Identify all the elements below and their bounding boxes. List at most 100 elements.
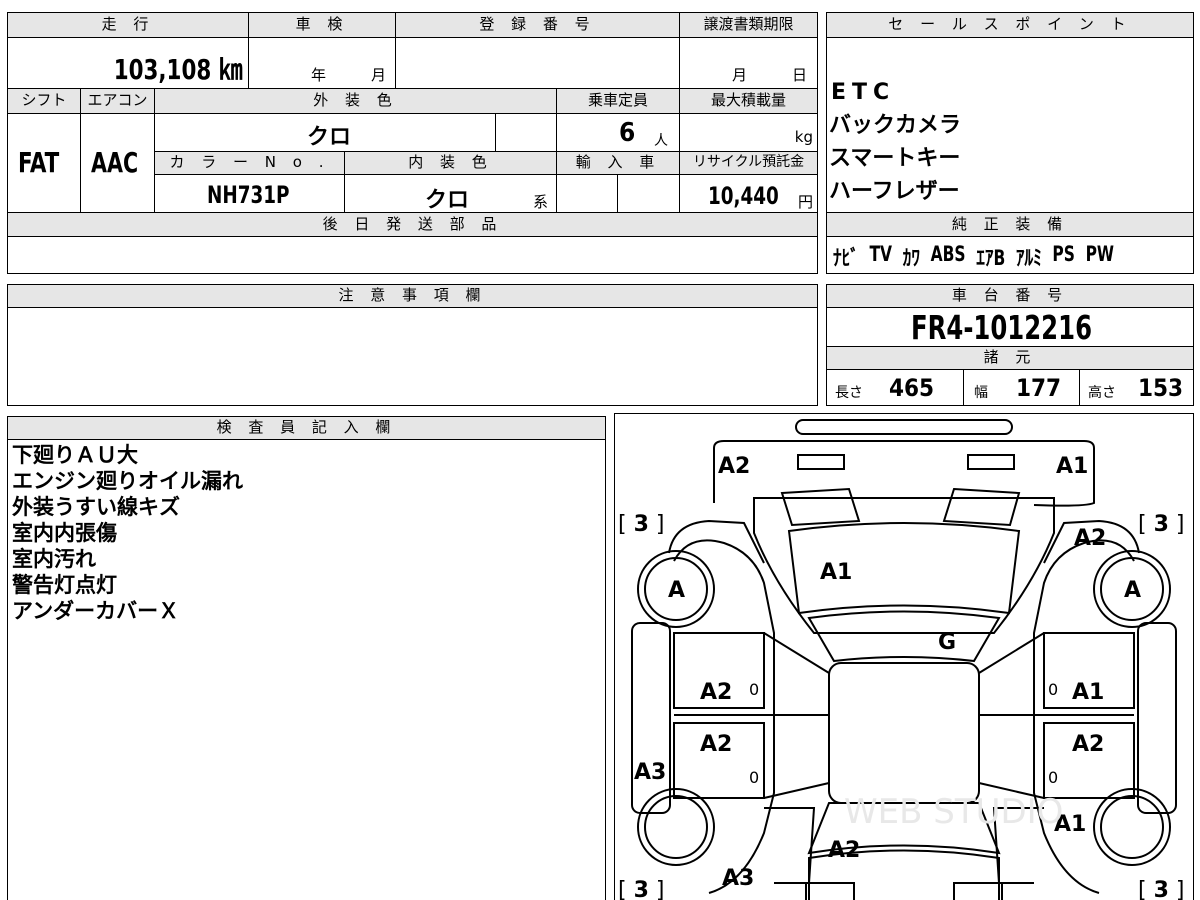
chassis-header: 車 台 番 号 — [826, 284, 1194, 308]
mark-hood: A1 — [820, 560, 852, 585]
genuine-equipment-cell: ﾅﾋﾞ TV ｶﾜ ABS ｴｱB ｱﾙﾐ PS PW — [826, 236, 1194, 274]
exterior-color-cell: クロ — [154, 113, 496, 152]
recycle-fee-header: リサイクル預託金 — [679, 151, 818, 175]
bracket-top-right: [ 3 ] — [1138, 512, 1184, 537]
right-rear-wheel-outer — [1093, 788, 1171, 866]
genuine-equipment-list: ﾅﾋﾞ TV ｶﾜ ABS ｴｱB ｱﾙﾐ PS PW — [833, 242, 1114, 272]
car-diagram: A2 A1 A1 G A2 A2 A2 A1 A2 A3 A1 A2 A3 A … — [618, 419, 1184, 900]
registration-number-cell — [395, 37, 680, 89]
mark-windshield: G — [938, 630, 956, 655]
inspector-line-1: 下廻りＡＵ大 — [12, 443, 138, 467]
inspector-line-5: 室内汚れ — [12, 547, 96, 571]
transfer-deadline-cell: 月 日 — [679, 37, 818, 89]
equip-airbag: ｴｱB — [976, 246, 1006, 270]
zero-left-1: 0 — [749, 680, 759, 699]
bracket-bottom-left: [ 3 ] — [618, 878, 664, 900]
left-body-outline — [673, 539, 775, 894]
shaken-month-unit: 月 — [371, 66, 387, 84]
sales-point-1: ETC — [831, 80, 896, 105]
left-rear-wheel-outer — [637, 788, 715, 866]
recycle-fee-cell: 10,440 円 — [679, 174, 818, 213]
capacity-cell: 6 人 — [556, 113, 680, 152]
mileage-value: 103,108 ㎞ — [113, 53, 242, 86]
color-no-value: NH731P — [207, 181, 290, 209]
inspector-line-6: 警告灯点灯 — [12, 573, 117, 597]
import-cell-2 — [617, 174, 680, 213]
equip-ps: PS — [1052, 242, 1075, 266]
headlight-right — [967, 454, 1015, 470]
grille-left — [780, 487, 861, 527]
equip-leather: ｶﾜ — [902, 246, 920, 270]
spec-width-label: 幅 — [974, 385, 988, 401]
spec-height-cell: 高さ 153 — [1079, 369, 1194, 406]
rear-bumper-left — [805, 882, 855, 900]
equip-navi: ﾅﾋﾞ — [833, 246, 859, 270]
mark-rear-bumper: A3 — [722, 866, 754, 891]
headlight-left — [797, 454, 845, 470]
aircon-value: AAC — [91, 146, 139, 179]
inspector-line-3: 外装うすい線キズ — [12, 495, 180, 519]
max-load-cell: kg — [679, 113, 818, 152]
bracket-bottom-right: [ 3 ] — [1138, 878, 1184, 900]
shaken-header: 車 検 — [248, 12, 396, 38]
color-no-cell: NH731P — [154, 174, 345, 213]
max-load-header: 最大積載量 — [679, 88, 818, 114]
exterior-color-extra-cell — [495, 113, 557, 152]
zero-left-2: 0 — [749, 768, 759, 787]
shaken-year-unit: 年 — [311, 66, 327, 84]
recycle-fee-unit: 円 — [797, 193, 813, 211]
import-cell — [556, 174, 618, 213]
left-rear-quarter — [764, 807, 816, 884]
shift-cell: FAT — [7, 113, 81, 213]
equip-alloy: ｱﾙﾐ — [1015, 246, 1042, 270]
transfer-month-unit: 月 — [732, 66, 748, 84]
front-bumper-bar — [795, 419, 1013, 435]
sales-point-2: バックカメラ — [829, 113, 962, 138]
transfer-day-unit: 日 — [792, 66, 808, 84]
spec-length-cell: 長さ 465 — [826, 369, 964, 406]
left-rear-wheel-inner — [644, 795, 708, 859]
inspector-line-2: エンジン廻りオイル漏れ — [12, 469, 243, 493]
spec-height-label: 高さ — [1088, 385, 1116, 401]
max-load-unit: kg — [794, 128, 813, 146]
shaken-cell: 年 月 — [248, 37, 396, 89]
grille-right — [942, 487, 1021, 527]
recycle-fee-value: 10,440 — [708, 182, 779, 210]
interior-color-suffix: 系 — [533, 193, 549, 211]
mark-front-bumper-left: A2 — [718, 454, 750, 479]
rear-bumper-right — [953, 882, 1003, 900]
mark-right-front-wheel: A — [1124, 578, 1141, 603]
chassis-number: FR4-1012216 — [911, 308, 1093, 347]
sales-point-3: スマートキー — [829, 146, 961, 171]
mark-roof-rear: A2 — [828, 838, 860, 863]
mark-front-bumper-right: A1 — [1056, 454, 1088, 479]
sales-point-4: ハーフレザー — [829, 179, 960, 204]
spec-height-value: 153 — [1138, 374, 1184, 402]
specs-header: 諸 元 — [826, 346, 1194, 370]
interior-color-value: クロ — [425, 188, 470, 213]
aircon-cell: AAC — [80, 113, 155, 213]
inspector-line-7: アンダーカバーＸ — [12, 599, 180, 623]
equip-abs: ABS — [930, 242, 966, 266]
later-parts-header: 後 日 発 送 部 品 — [7, 212, 818, 237]
mark-left-front-fender: A2 — [700, 680, 732, 705]
sales-points-box: ETC バックカメラ スマートキー ハーフレザー — [826, 37, 1194, 213]
capacity-header: 乗車定員 — [556, 88, 680, 114]
equip-tv: TV — [869, 242, 893, 266]
mark-right-front-fender: A2 — [1074, 526, 1106, 551]
mileage-header: 走 行 — [7, 12, 249, 38]
exterior-color-header: 外 装 色 — [154, 88, 557, 114]
mark-left-side-sill: A3 — [634, 760, 666, 785]
later-parts-cell — [7, 236, 818, 274]
inspector-header: 検 査 員 記 入 欄 — [7, 416, 606, 440]
exterior-color-value: クロ — [307, 125, 352, 150]
inspector-cell: 下廻りＡＵ大 エンジン廻りオイル漏れ 外装うすい線キズ 室内内張傷 室内汚れ 警… — [7, 439, 606, 900]
right-body-outline — [1033, 539, 1135, 894]
sales-points-header: セ ー ル ス ポ イ ン ト — [826, 12, 1194, 38]
spec-width-value: 177 — [1016, 374, 1062, 402]
right-side-sill — [1137, 622, 1177, 814]
transfer-deadline-header: 譲渡書類期限 — [679, 12, 818, 38]
registration-number-header: 登 録 番 号 — [395, 12, 680, 38]
bracket-top-left: [ 3 ] — [618, 512, 664, 537]
mark-right-rear-door: A2 — [1072, 732, 1104, 757]
